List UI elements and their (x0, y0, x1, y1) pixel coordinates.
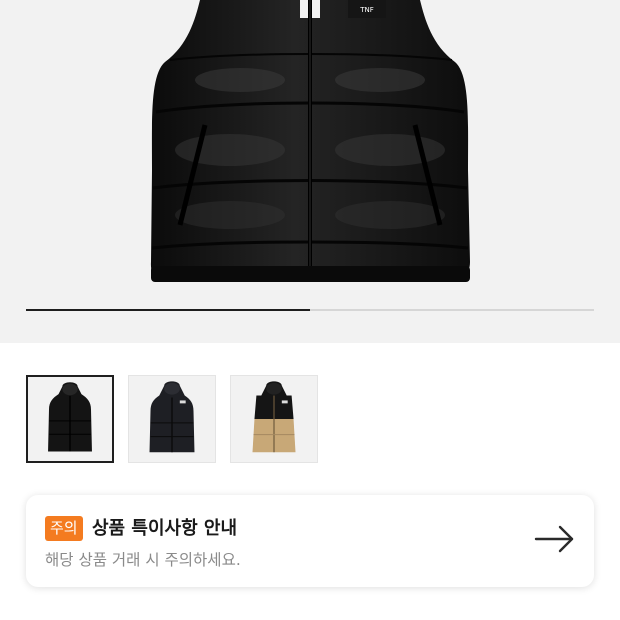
thumbnail-beige-vest[interactable] (230, 375, 318, 463)
thumbnail-black-vest-worn[interactable] (128, 375, 216, 463)
thumbnail-black-vest[interactable] (26, 375, 114, 463)
caution-badge: 주의 (45, 516, 83, 541)
gallery-progress-fill (26, 309, 310, 311)
notice-subtitle: 해당 상품 거래 시 주의하세요. (45, 551, 241, 569)
product-notice-card[interactable]: 주의 상품 특이사항 안내 해당 상품 거래 시 주의하세요. (26, 495, 594, 587)
product-image-gallery[interactable]: TNF (0, 0, 620, 343)
gallery-progress-bar (26, 309, 594, 311)
arrow-right-icon[interactable] (534, 525, 576, 553)
notice-title: 상품 특이사항 안내 (92, 518, 238, 539)
product-main-image: TNF (150, 0, 471, 282)
svg-text:TNF: TNF (359, 6, 374, 14)
